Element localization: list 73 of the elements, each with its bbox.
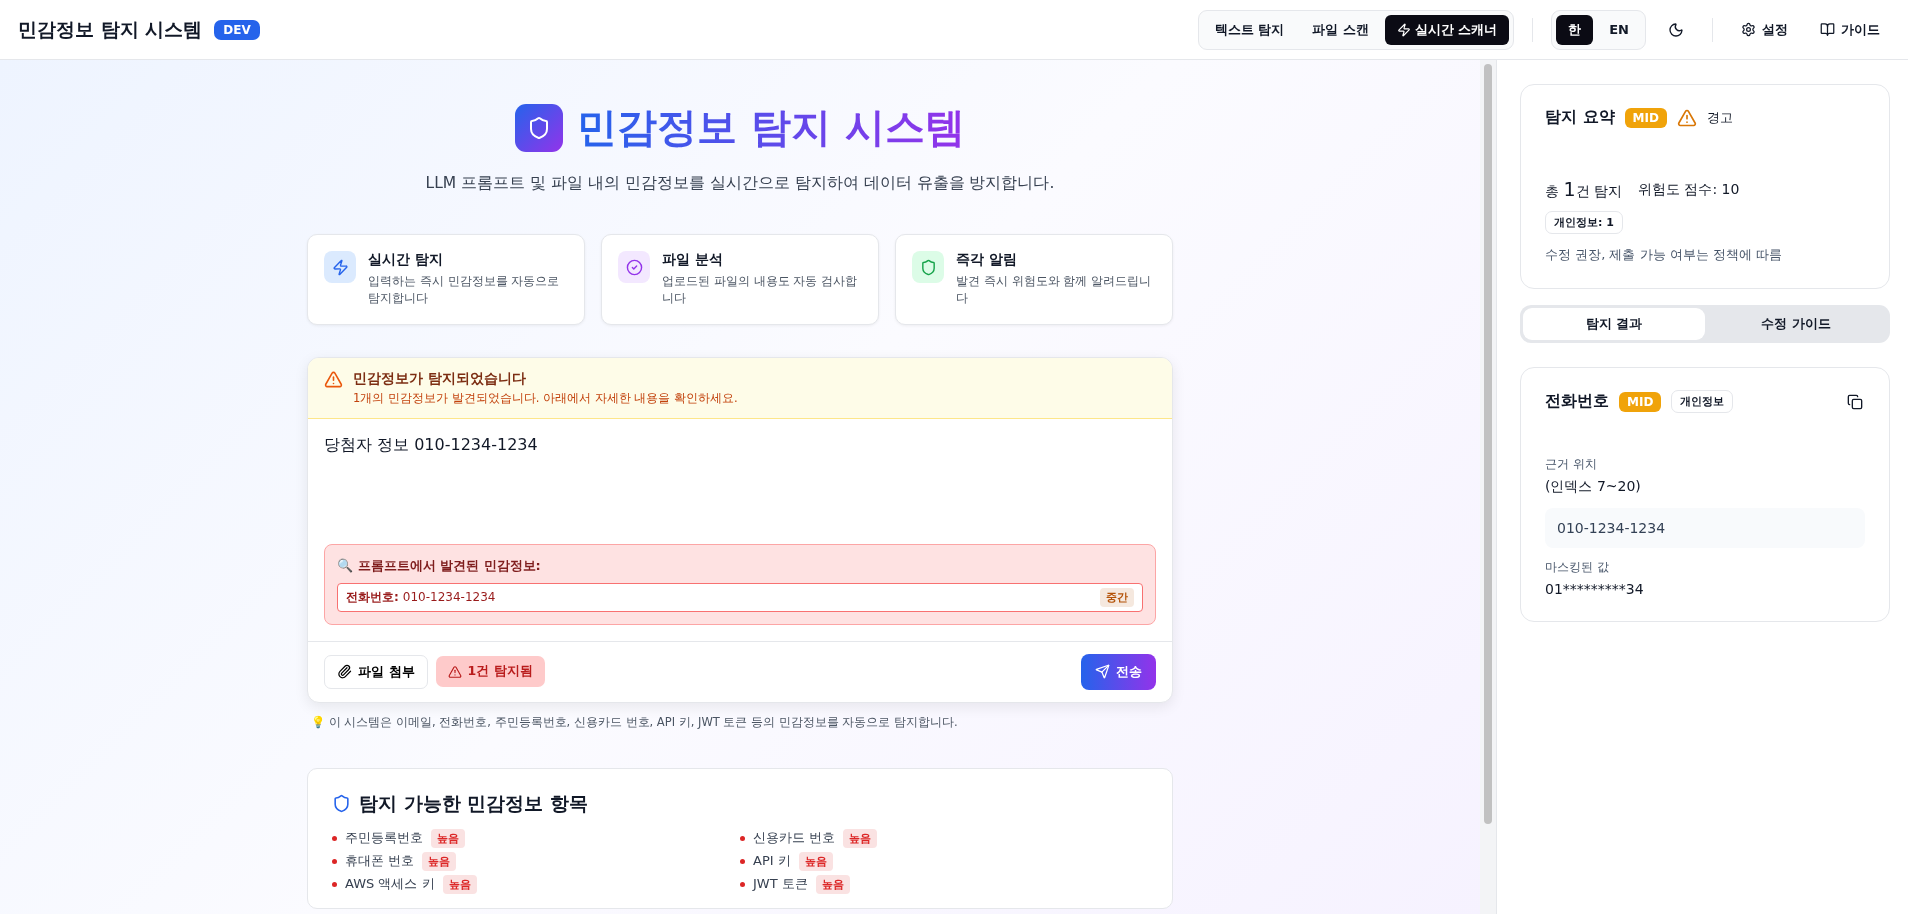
moon-icon bbox=[1668, 21, 1684, 38]
total-count: 총 1건 탐지 bbox=[1545, 178, 1622, 201]
category-tag: 개인정보: 1 bbox=[1545, 211, 1623, 234]
category-tag: 개인정보 bbox=[1671, 390, 1734, 413]
language-tab[interactable]: 한 bbox=[1556, 14, 1594, 45]
shield-icon bbox=[912, 251, 944, 283]
severity-tag: 높음 bbox=[843, 828, 878, 848]
send-button[interactable]: 전송 bbox=[1081, 653, 1156, 690]
language-tab[interactable]: EN bbox=[1597, 14, 1641, 45]
hint-text: 💡 이 시스템은 이메일, 전화번호, 주민등록번호, 신용카드 번호, API 키, JWT 토큰 등의 민감정보를 자동으로 탐지합니다. bbox=[311, 714, 959, 730]
guide-button[interactable]: 가이드 bbox=[1810, 14, 1890, 45]
warning-title: 민감정보가 탐지되었습니다 bbox=[353, 369, 527, 388]
catalog-item: API 키 bbox=[753, 852, 791, 871]
finding-label: 전화번호: bbox=[346, 588, 399, 606]
severity-tag: 높음 bbox=[798, 851, 833, 871]
risk-level-badge: MID bbox=[1624, 107, 1667, 128]
paperclip-icon bbox=[337, 664, 352, 680]
panel-tab[interactable]: 수정 가이드 bbox=[1705, 308, 1887, 340]
severity-tag: 높음 bbox=[442, 874, 477, 894]
app-title: 민감정보 탐지 시스템 bbox=[18, 16, 203, 42]
shield-icon bbox=[332, 794, 351, 814]
warning-icon bbox=[324, 369, 343, 389]
severity-tag: 높음 bbox=[815, 874, 850, 894]
feature-title: 즉각 알림 bbox=[956, 251, 1018, 269]
feature-description: 업로드된 파일의 내용도 자동 검사합니다 bbox=[662, 273, 859, 308]
catalog-item: 휴대폰 번호 bbox=[345, 852, 415, 871]
hero-subtitle: LLM 프롬프트 및 파일 내의 민감정보를 실시간으로 탐지하여 데이터 유출을 방지합니다. bbox=[424, 173, 1056, 194]
findings-heading: 🔍 프롬프트에서 발견된 민감정보: bbox=[337, 556, 542, 575]
feature-title: 실시간 탐지 bbox=[368, 251, 444, 269]
recommendation-text: 수정 권장, 제출 가능 여부는 정책에 따름 bbox=[1545, 246, 1783, 264]
field-label: 근거 위치 bbox=[1545, 457, 1598, 472]
settings-icon bbox=[1741, 22, 1756, 37]
catalog-item: JWT 토큰 bbox=[753, 875, 808, 894]
location-value: (인덱스 7~20) bbox=[1545, 478, 1642, 496]
risk-score: 위험도 점수: 10 bbox=[1638, 180, 1740, 199]
warning-icon bbox=[447, 664, 462, 679]
severity-tag: 높음 bbox=[431, 828, 465, 848]
mode-tab[interactable]: 텍스트 탐지 bbox=[1202, 14, 1297, 45]
original-value: 010-1234-1234 bbox=[1545, 508, 1865, 548]
prompt-field[interactable]: 민감정보가 탐지되었습니다 1개의 민감정보가 발견되었습니다. 아래에서 자세한 내용을 확인하세요. 당첨자 정보 010-1234-1234 🔍 프롬프트에서 발견된 민감정보: 전화번호: 010-1234-1234 중간 파일 첨부 1건 탐지됨 전송 bbox=[307, 356, 1173, 703]
catalog-item: 주민등록번호 bbox=[345, 829, 423, 848]
mode-tab[interactable]: 파일 스캔 bbox=[1300, 14, 1381, 45]
detected-count-tag: 1건 탐지됨 bbox=[435, 656, 545, 688]
lightning-icon bbox=[324, 251, 356, 283]
prompt-input[interactable]: 당첨자 정보 010-1234-1234 bbox=[324, 434, 1156, 528]
result-type: 전화번호 bbox=[1545, 391, 1609, 412]
finding-value: 010-1234-1234 bbox=[402, 590, 496, 605]
send-icon bbox=[1095, 664, 1110, 680]
severity-tag: 중간 bbox=[1100, 587, 1134, 607]
severity-tag: 높음 bbox=[422, 851, 457, 871]
summary-title: 탐지 요약 bbox=[1545, 107, 1615, 128]
risk-level-badge: MID bbox=[1619, 391, 1662, 412]
field-label: 마스킹된 값 bbox=[1545, 560, 1610, 575]
warning-message: 1개의 민감정보가 발견되었습니다. 아래에서 자세한 내용을 확인하세요. bbox=[353, 390, 738, 406]
panel-tab[interactable]: 탐지 결과 bbox=[1523, 308, 1705, 340]
feature-title: 파일 분석 bbox=[662, 251, 724, 269]
feature-description: 발견 즉시 위험도와 함께 알려드립니다 bbox=[956, 273, 1153, 308]
feature-description: 입력하는 즉시 민감정보를 자동으로 탐지합니다 bbox=[368, 273, 561, 308]
catalog-item: AWS 액세스 키 bbox=[345, 875, 435, 894]
status-label: 경고 bbox=[1706, 108, 1733, 127]
catalog-title: 탐지 가능한 민감정보 항목 bbox=[359, 790, 588, 816]
scrollbar[interactable] bbox=[1480, 60, 1496, 914]
warning-icon bbox=[1676, 107, 1697, 128]
copy-icon bbox=[1847, 393, 1863, 410]
settings-button[interactable]: 설정 bbox=[1731, 14, 1798, 45]
attach-file-button[interactable]: 파일 첨부 bbox=[324, 654, 428, 689]
env-badge: DEV bbox=[214, 19, 260, 40]
shield-logo-icon bbox=[515, 103, 564, 152]
book-icon bbox=[1820, 22, 1835, 37]
catalog-item: 신용카드 번호 bbox=[753, 829, 836, 848]
mode-tab[interactable]: 실시간 스캐너 bbox=[1384, 14, 1510, 45]
lightning-icon bbox=[1396, 22, 1411, 37]
masked-value: 01*********34 bbox=[1545, 581, 1645, 597]
